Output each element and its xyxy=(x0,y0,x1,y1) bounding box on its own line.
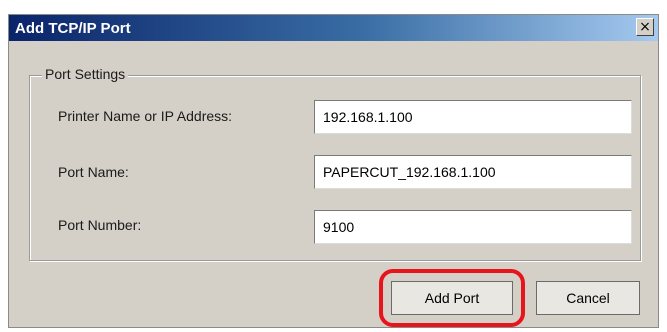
title-bar: Add TCP/IP Port × xyxy=(9,15,658,41)
window-title: Add TCP/IP Port xyxy=(15,20,131,37)
cancel-button[interactable]: Cancel xyxy=(536,281,640,315)
printer-name-label: Printer Name or IP Address: xyxy=(58,108,233,124)
add-tcp-ip-port-dialog: Add TCP/IP Port × Port Settings Printer … xyxy=(8,14,659,328)
close-icon[interactable]: × xyxy=(636,18,654,36)
port-name-input[interactable]: PAPERCUT_192.168.1.100 xyxy=(314,155,632,189)
port-number-input[interactable]: 9100 xyxy=(314,210,632,244)
port-settings-legend: Port Settings xyxy=(42,66,129,82)
port-name-label: Port Name: xyxy=(58,164,129,180)
port-number-label: Port Number: xyxy=(58,217,142,233)
port-settings-group: Port Settings Printer Name or IP Address… xyxy=(29,66,641,261)
printer-name-input[interactable]: 192.168.1.100 xyxy=(314,100,632,134)
add-port-button[interactable]: Add Port xyxy=(391,281,513,315)
